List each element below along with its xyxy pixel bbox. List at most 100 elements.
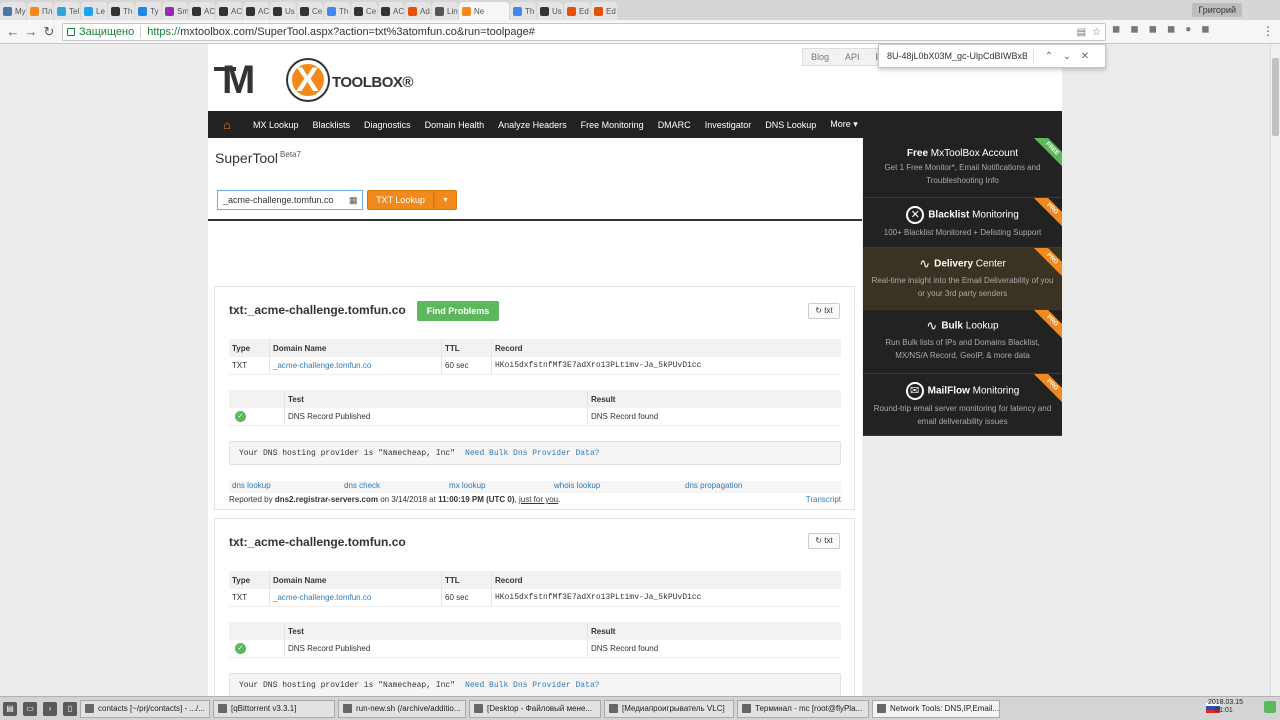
sidebar-item[interactable]: FREE Free MxToolBox Account Get 1 Free Mon…: [863, 138, 1062, 198]
nav-item[interactable]: Analyze Headers: [491, 120, 574, 130]
extension-icon[interactable]: ◼: [1167, 24, 1175, 35]
terminal-icon[interactable]: ›: [43, 701, 57, 716]
nav-item[interactable]: DMARC: [651, 120, 698, 130]
nav-item[interactable]: Diagnostics: [357, 120, 418, 130]
related-link[interactable]: mx lookup: [446, 481, 551, 493]
find-next-icon[interactable]: ⌄: [1058, 51, 1076, 62]
taskbar-task[interactable]: Network Tools: DNS,IP,Email...: [872, 699, 1000, 718]
browser-tab[interactable]: Th: [324, 2, 350, 20]
related-link[interactable]: dns propagation: [682, 481, 782, 493]
browser-tab[interactable]: My: [0, 2, 26, 20]
taskbar-task[interactable]: [qBittorrent v3.3.1]: [213, 699, 335, 718]
browser-tab[interactable]: AC: [189, 2, 215, 20]
browser-tab[interactable]: Th: [108, 2, 134, 20]
omnibox-actions: ▤ ☆: [1077, 24, 1101, 40]
keyboard-icon[interactable]: ▦: [349, 195, 358, 206]
txt-lookup-button[interactable]: TXT Lookup: [367, 190, 434, 210]
nav-item[interactable]: More ▾: [823, 119, 865, 130]
taskbar-task[interactable]: [Desktop - Файловый мене...: [469, 699, 601, 718]
refresh-txt-button[interactable]: ↻ txt: [808, 303, 840, 319]
domain-link[interactable]: _acme-challenge.tomfun.co: [273, 361, 371, 370]
browser-user-chip[interactable]: Григорий: [1192, 3, 1242, 17]
home-icon[interactable]: ⌂: [208, 118, 246, 132]
top-link-blog[interactable]: Blog: [803, 52, 837, 62]
find-close-icon[interactable]: ✕: [1076, 51, 1094, 62]
browser-tab[interactable]: AC: [243, 2, 269, 20]
app-menu-icon[interactable]: ▤: [3, 701, 17, 716]
scroll-thumb[interactable]: [1272, 58, 1279, 136]
refresh-txt-button[interactable]: ↻ txt: [808, 533, 840, 549]
sidebar-item[interactable]: PRO ∿ Delivery Center Real-time insight int…: [863, 248, 1062, 310]
tab-title: Us: [552, 6, 562, 16]
search-input[interactable]: [217, 190, 363, 210]
sidebar-item[interactable]: PRO ∿ Bulk Lookup Run Bulk lists of IPs and…: [863, 310, 1062, 374]
find-prev-icon[interactable]: ⌃: [1040, 51, 1058, 62]
tab-favicon-icon: [111, 6, 120, 16]
browser-tab[interactable]: Us: [270, 2, 296, 20]
column-header: Result: [591, 394, 616, 404]
files-icon[interactable]: ▯: [63, 701, 77, 716]
nav-item[interactable]: Blacklists: [306, 120, 358, 130]
browser-tab[interactable]: Le: [81, 2, 107, 20]
browser-tab[interactable]: Ed: [591, 2, 617, 20]
browser-tab[interactable]: AC: [216, 2, 242, 20]
reload-icon[interactable]: ↻: [40, 23, 58, 41]
nav-item[interactable]: MX Lookup: [246, 120, 306, 130]
tray-status-icon[interactable]: [1264, 701, 1276, 713]
extension-icon[interactable]: ●: [1185, 24, 1191, 35]
browser-tab[interactable]: Ed: [564, 2, 590, 20]
lookup-dropdown-button[interactable]: ▾: [434, 190, 457, 210]
browser-tab[interactable]: Lin: [432, 2, 458, 20]
browser-menu-icon[interactable]: ⋮: [1262, 24, 1274, 38]
taskbar-task[interactable]: Терминал - mc [root@flyPla...: [737, 699, 869, 718]
sidebar-item[interactable]: PRO ✉ MailFlow Monitoring Round-trip email …: [863, 374, 1062, 436]
browser-tab[interactable]: Th: [510, 2, 536, 20]
task-app-icon: [343, 704, 352, 713]
browser-tab[interactable]: Ту: [135, 2, 161, 20]
tab-title: Le: [96, 6, 105, 16]
bookmark-star-icon[interactable]: ☆: [1092, 27, 1101, 38]
taskbar-task[interactable]: [Медиапроигрыватель VLC]: [604, 699, 734, 718]
desktop-icon[interactable]: ▭: [23, 701, 37, 716]
clock[interactable]: 2018.03.15 01:01: [1208, 699, 1243, 715]
taskbar-task[interactable]: contacts [~/prj/contacts] - .../...: [80, 699, 210, 718]
find-problems-button[interactable]: Find Problems: [417, 301, 499, 321]
address-bar[interactable]: Защищено https://mxtoolbox.com/SuperTool…: [62, 23, 1106, 41]
browser-tab[interactable]: Пл: [27, 2, 53, 20]
extension-icon[interactable]: ◼: [1149, 24, 1157, 35]
extension-icon[interactable]: ◼: [1130, 24, 1138, 35]
domain-link[interactable]: _acme-challenge.tomfun.co: [273, 593, 371, 602]
bulk-dns-link[interactable]: Need Bulk Dns Provider Data?: [465, 681, 599, 690]
browser-tab[interactable]: Ce: [297, 2, 323, 20]
related-link[interactable]: dns check: [341, 481, 446, 493]
table-row: TXT _acme-challenge.tomfun.co 60 sec HKoi5d…: [229, 589, 841, 607]
browser-tab[interactable]: Tel: [54, 2, 80, 20]
page-scrollbar[interactable]: [1270, 44, 1280, 696]
nav-item[interactable]: Domain Health: [418, 120, 492, 130]
page-action-icon[interactable]: ▤: [1077, 27, 1086, 38]
browser-tab[interactable]: Sm: [162, 2, 188, 20]
find-input[interactable]: 8U-48jL0bX03M_gc-UlpCdBIWBxB!: [887, 51, 1027, 61]
mxtoolbox-logo[interactable]: M X TOOLBOX®: [214, 56, 422, 104]
transcript-link[interactable]: Transcript: [806, 495, 841, 504]
extension-icon[interactable]: ◼: [1201, 24, 1209, 35]
bulk-dns-link[interactable]: Need Bulk Dns Provider Data?: [465, 449, 599, 458]
secure-indicator[interactable]: Защищено: [67, 26, 134, 38]
browser-tab[interactable]: Ce: [351, 2, 377, 20]
browser-tab[interactable]: Ne: [459, 2, 509, 20]
record-type: TXT: [229, 589, 270, 606]
browser-tab[interactable]: AC: [378, 2, 404, 20]
top-link-api[interactable]: API: [837, 52, 868, 62]
forward-arrow-icon[interactable]: →: [22, 23, 40, 41]
browser-tab[interactable]: Us: [537, 2, 563, 20]
browser-tab[interactable]: Ad: [405, 2, 431, 20]
back-arrow-icon[interactable]: ←: [4, 23, 22, 41]
nav-item[interactable]: DNS Lookup: [758, 120, 823, 130]
related-link[interactable]: dns lookup: [229, 481, 341, 493]
nav-item[interactable]: Free Monitoring: [574, 120, 651, 130]
taskbar-task[interactable]: run-new.sh (/archive/additio...: [338, 699, 466, 718]
extension-icon[interactable]: ◼: [1112, 24, 1120, 35]
related-link[interactable]: whois lookup: [551, 481, 682, 493]
sidebar-item[interactable]: PRO ✕ Blacklist Monitoring 100+ Blacklist M…: [863, 198, 1062, 248]
nav-item[interactable]: Investigator: [698, 120, 759, 130]
